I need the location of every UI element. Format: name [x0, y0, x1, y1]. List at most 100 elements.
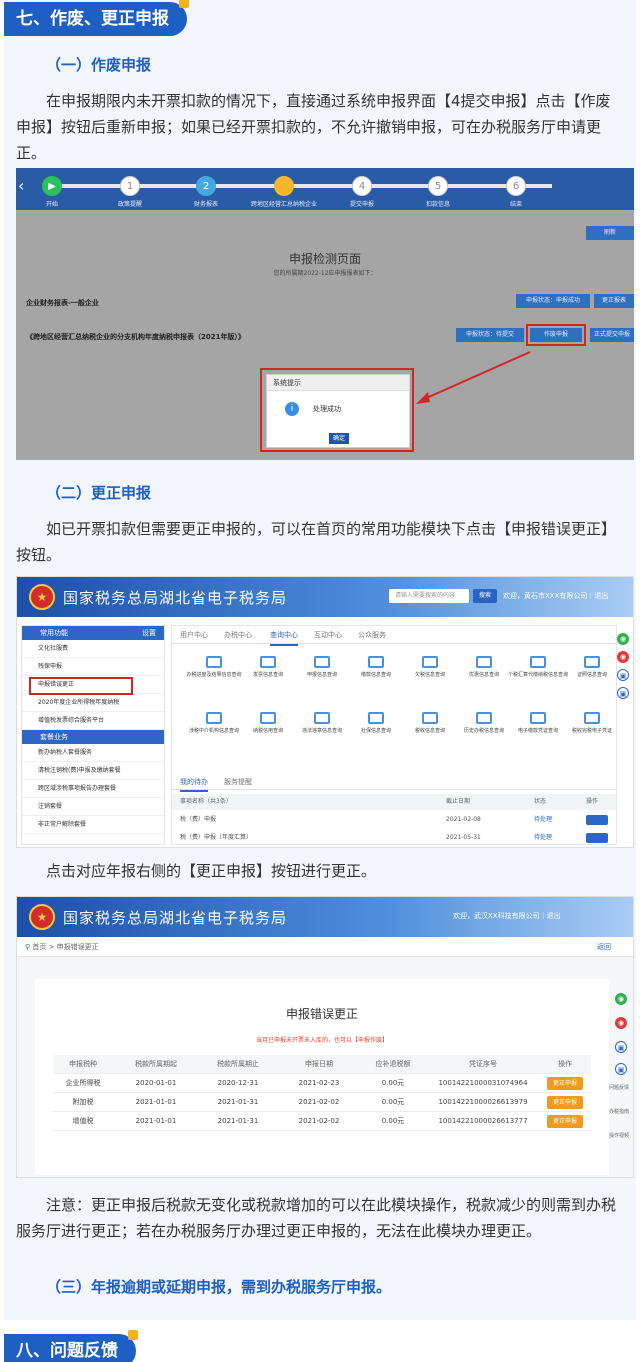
- header-accent: [128, 1330, 138, 1340]
- report-row-1: 企业财务报表-一般企业: [26, 299, 99, 307]
- correct-declaration-button[interactable]: 更正申报: [547, 1096, 583, 1109]
- sidebar-item[interactable]: 跨区域涉税事项报告办理套餐: [22, 780, 164, 798]
- weibo-icon[interactable]: ◉: [615, 1017, 627, 1029]
- sidebar-header-common: 常用功能 设置: [22, 626, 164, 640]
- cell-period-start: 2021-01-01: [135, 1098, 177, 1106]
- portal-header: ★ 国家税务总局湖北省电子税务局 欢迎，武汉XX科技有限公司｜退出: [17, 897, 633, 937]
- query-icon[interactable]: 办税进度及结果信息查询: [184, 656, 244, 679]
- query-icon[interactable]: 缴款信息查询: [346, 656, 406, 679]
- query-icon[interactable]: 税收完税电子凭证: [562, 712, 622, 735]
- tab-my-todo[interactable]: 我的待办: [180, 774, 208, 792]
- query-label: 缴款信息查询: [360, 672, 391, 678]
- tab-tax-center[interactable]: 办税中心: [224, 626, 252, 644]
- highlight-box: [526, 324, 586, 346]
- wechat-icon[interactable]: ◉: [617, 633, 629, 645]
- query-icon[interactable]: 欠税信息查询: [400, 656, 460, 679]
- correction-table-header: 申报税种 税款所属期起 税款所属期止 申报日期 应补退税额 凭证序号 操作: [53, 1055, 591, 1074]
- query-label: 个税汇算代缴纳税信息查询: [508, 672, 569, 678]
- sidebar-item[interactable]: 非正常户解除套餐: [22, 816, 164, 834]
- weibo-icon[interactable]: ◉: [617, 651, 629, 663]
- cell-period-start: 2021-01-01: [135, 1117, 177, 1125]
- sidebar-item[interactable]: 注销套餐: [22, 798, 164, 816]
- app-icon[interactable]: ▣: [615, 1041, 627, 1053]
- status-badge: 申报状态：待提交: [456, 328, 524, 342]
- user-welcome[interactable]: 欢迎，武汉XX科技有限公司｜退出: [453, 911, 561, 921]
- settings-link[interactable]: 设置: [142, 626, 156, 640]
- query-icon[interactable]: 申报信息查询: [292, 656, 352, 679]
- back-arrow-icon[interactable]: ‹: [18, 176, 24, 195]
- query-icon[interactable]: 证照信息查询: [562, 656, 622, 679]
- sidebar-item[interactable]: 文化社服费: [22, 640, 164, 658]
- portal-title: 国家税务总局湖北省电子税务局: [63, 909, 288, 927]
- correct-declaration-button[interactable]: 更正申报: [547, 1077, 583, 1090]
- app-icon[interactable]: ▣: [617, 669, 629, 681]
- user-welcome[interactable]: 欢迎，黄石市XXX有限公司｜退出: [503, 591, 608, 601]
- confirm-button[interactable]: 确定: [329, 433, 349, 444]
- side-link-guide[interactable]: 办税指南: [609, 1109, 629, 1116]
- query-label: 违法违章信息查询: [301, 728, 342, 734]
- correct-declaration-button[interactable]: 更正申报: [547, 1115, 583, 1128]
- tab-user-center[interactable]: 用户中心: [180, 626, 208, 644]
- tab-service-reminder[interactable]: 服务提醒: [224, 774, 252, 790]
- cell-voucher: 10014221000026613979: [438, 1098, 528, 1106]
- wechat-icon[interactable]: ◉: [615, 993, 627, 1005]
- tab-interaction-center[interactable]: 互动中心: [314, 626, 342, 644]
- table-row: 附加税 2021-01-01 2021-01-31 2021-02-02 0.0…: [53, 1093, 591, 1112]
- refresh-button[interactable]: 刷新: [586, 226, 634, 240]
- cell-declare-date: 2021-02-02: [298, 1117, 340, 1125]
- todo-table-header: 事项名称（共3条） 截止日期 状态 操作: [172, 794, 616, 810]
- sidebar-item[interactable]: 增值税发票综合服务平台: [22, 712, 164, 730]
- search-button[interactable]: 搜索: [473, 589, 497, 603]
- mini-program-icon[interactable]: ▣: [615, 1063, 627, 1075]
- cell-period-start: 2020-01-01: [135, 1079, 177, 1087]
- side-link-video[interactable]: 操作视频: [609, 1133, 629, 1140]
- submit-declaration-button[interactable]: 正式提交申报: [590, 328, 634, 342]
- side-link-feedback[interactable]: 问题反馈: [609, 1085, 629, 1092]
- cell-amount: 0.00元: [381, 1117, 405, 1125]
- mini-program-icon[interactable]: ▣: [617, 687, 629, 699]
- sidebar-item[interactable]: 2020年度企业所得税年度纳税: [22, 694, 164, 712]
- query-icon[interactable]: 历史办税信息查询: [454, 712, 514, 735]
- query-icon[interactable]: 税收信息查询: [400, 712, 460, 735]
- query-label: 历史办税信息查询: [463, 728, 504, 734]
- paragraph-note: 注意：更正申报后税款无变化或税款增加的可以在此模块操作，税款减少的则需到办税服务…: [16, 1196, 617, 1240]
- query-icon[interactable]: 涉税中介机构信息查询: [184, 712, 244, 735]
- report-row-2: 《跨地区经营汇总纳税企业的分支机构年度纳税申报表（2021年版）》: [26, 333, 245, 341]
- query-icon[interactable]: 违法违章信息查询: [292, 712, 352, 735]
- info-icon: i: [285, 402, 299, 416]
- sidebar-item[interactable]: 残保申报: [22, 658, 164, 676]
- sidebar-item[interactable]: 清税注销税(费)申报及缴纳套餐: [22, 762, 164, 780]
- query-icon[interactable]: 电子缴款凭证查询: [508, 712, 568, 735]
- handle-button[interactable]: [586, 833, 608, 843]
- tab-public-service[interactable]: 公众服务: [358, 626, 386, 644]
- query-icon[interactable]: 纳税信用查询: [238, 712, 298, 735]
- tab-query-center[interactable]: 查询中心: [270, 626, 298, 646]
- paragraph-click-correct: 点击对应年报右侧的【更正申报】按钮进行更正。: [46, 862, 377, 880]
- back-link[interactable]: 返回: [597, 937, 611, 957]
- step-label: 扣款信息: [425, 201, 450, 208]
- query-label: 税收完税电子凭证: [571, 728, 612, 734]
- query-label: 办税进度及结果信息查询: [186, 672, 242, 678]
- query-label: 社保信息查询: [360, 728, 391, 734]
- step-4: 4: [352, 176, 372, 196]
- breadcrumb-text[interactable]: 首页 > 申报错误更正: [32, 943, 98, 951]
- search-input[interactable]: 请输入需要搜索的内容: [389, 589, 469, 603]
- cell-amount: 0.00元: [381, 1098, 405, 1106]
- section-header-8: 八、问题反馈: [4, 1330, 138, 1362]
- query-label: 证照信息查询: [576, 672, 607, 678]
- subheading-void-declaration: （一）作废申报: [46, 56, 152, 74]
- section-title: 八、问题反馈: [16, 1341, 118, 1361]
- query-label: 涉税中介机构信息查询: [188, 728, 239, 734]
- cell-period-end: 2020-12-31: [217, 1079, 259, 1087]
- query-icon[interactable]: 个税汇算代缴纳税信息查询: [508, 656, 568, 679]
- correction-panel: 申报错误更正 当月已申报未开票未入库的，也可以【申报作废】 申报税种 税款所属期…: [35, 979, 609, 1175]
- correct-report-button[interactable]: 更正报表: [594, 294, 634, 308]
- query-icon[interactable]: 发票信息查询: [238, 656, 298, 679]
- correction-warning[interactable]: 当月已申报未开票未入库的，也可以【申报作废】: [35, 1035, 609, 1044]
- query-label: 纳税信用查询: [252, 728, 283, 734]
- handle-button[interactable]: [586, 815, 608, 825]
- sidebar-item[interactable]: 新办纳税人套餐服务: [22, 744, 164, 762]
- query-icon[interactable]: 社保信息查询: [346, 712, 406, 735]
- query-icon[interactable]: 优惠信息查询: [454, 656, 514, 679]
- check-page-subtitle: 您的所属期2022-12应申报报表如下：: [273, 270, 377, 277]
